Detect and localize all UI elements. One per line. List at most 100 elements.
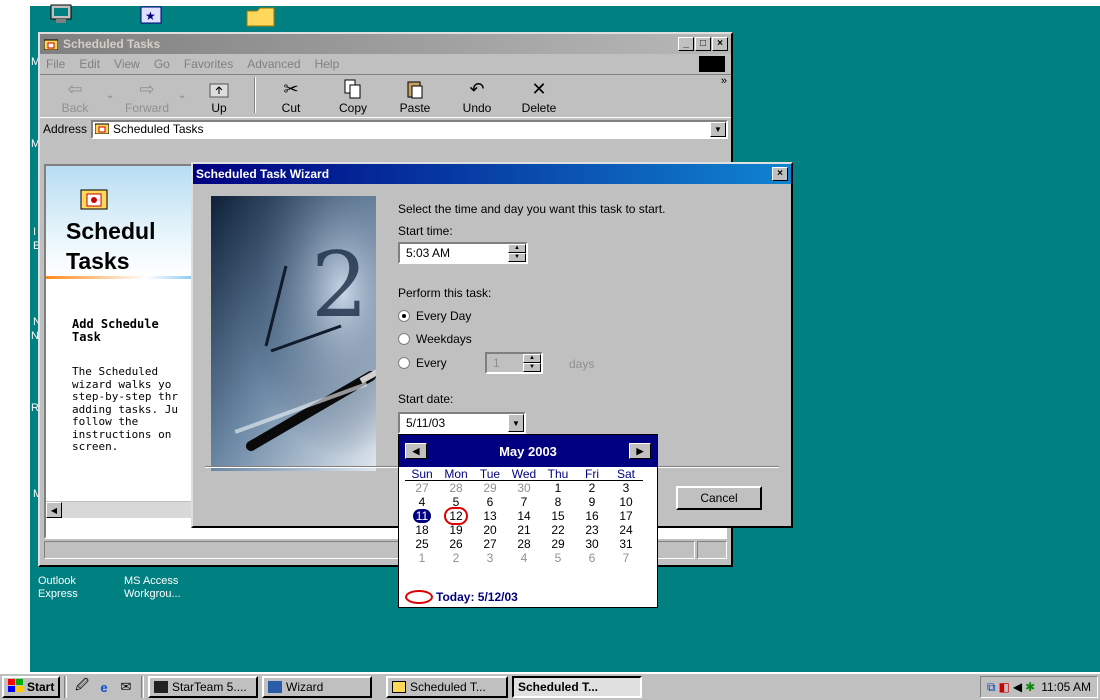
calendar-day-cell[interactable]: 28 — [507, 537, 541, 551]
scroll-left-button[interactable]: ◀ — [46, 502, 62, 518]
internet-explorer-icon[interactable]: e — [93, 677, 115, 697]
paste-button[interactable]: Paste — [384, 77, 446, 115]
network-icon[interactable]: ★ — [140, 6, 170, 32]
calendar-day-cell[interactable]: 7 — [609, 551, 643, 565]
wizard-close-button[interactable]: × — [772, 167, 788, 181]
menu-file[interactable]: File — [46, 57, 65, 71]
start-time-spinner[interactable]: ▲ ▼ — [508, 244, 526, 262]
calendar-day-cell[interactable]: 16 — [575, 509, 609, 523]
menu-favorites[interactable]: Favorites — [184, 57, 233, 71]
radio-every-n-dot[interactable] — [398, 357, 410, 369]
calendar-day-cell[interactable]: 5 — [541, 551, 575, 565]
menu-help[interactable]: Help — [315, 57, 340, 71]
calendar-day-cell[interactable]: 28 — [439, 481, 473, 495]
delete-button[interactable]: ✕ Delete — [508, 77, 570, 116]
every-days-spinner[interactable]: ▲ ▼ — [523, 354, 541, 372]
start-date-field[interactable]: 5/11/03 ▼ — [398, 412, 526, 434]
calendar-day-cell[interactable]: 8 — [541, 495, 575, 509]
cancel-button[interactable]: Cancel — [676, 486, 762, 510]
calendar-day-cell[interactable]: 9 — [575, 495, 609, 509]
maximize-button[interactable]: □ — [695, 37, 711, 51]
radio-weekdays-dot[interactable] — [398, 333, 410, 345]
folder-icon[interactable] — [246, 6, 276, 32]
calendar-day-cell[interactable]: 13 — [473, 509, 507, 523]
tray-network-icon[interactable]: ⧉ — [987, 680, 996, 695]
close-button[interactable]: × — [712, 37, 728, 51]
menu-advanced[interactable]: Advanced — [247, 57, 300, 71]
up-button[interactable]: Up — [188, 77, 250, 115]
copy-button[interactable]: Copy — [322, 77, 384, 115]
add-scheduled-task-heading[interactable]: Add Schedule Task — [72, 318, 159, 344]
forward-dropdown-icon[interactable]: ⌄ — [178, 90, 188, 101]
task-starteam[interactable]: StarTeam 5.... — [148, 676, 258, 698]
radio-weekdays[interactable]: Weekdays — [398, 332, 472, 346]
next-month-button[interactable]: ▶ — [628, 443, 651, 459]
start-date-dropdown-button[interactable]: ▼ — [508, 414, 524, 432]
spin-up-icon[interactable]: ▲ — [508, 244, 526, 253]
explorer-title-bar[interactable]: Scheduled Tasks _ □ × — [40, 34, 731, 54]
menu-view[interactable]: View — [114, 57, 140, 71]
wizard-title-bar[interactable]: Scheduled Task Wizard × — [193, 164, 791, 184]
calendar-day-cell[interactable]: 3 — [473, 551, 507, 565]
ms-access-label[interactable]: MS Access Workgrou... — [124, 575, 181, 601]
calendar-day-cell[interactable]: 3 — [609, 481, 643, 495]
calendar-day-cell[interactable]: 25 — [405, 537, 439, 551]
calendar-day-cell[interactable]: 4 — [507, 551, 541, 565]
calendar-day-cell[interactable]: 23 — [575, 523, 609, 537]
calendar-day-cell[interactable]: 26 — [439, 537, 473, 551]
calendar-day-cell[interactable]: 22 — [541, 523, 575, 537]
calendar-day-cell[interactable]: 31 — [609, 537, 643, 551]
channels-icon[interactable]: ✉ — [115, 677, 137, 697]
prev-month-button[interactable]: ◀ — [405, 443, 427, 459]
calendar-day-cell[interactable]: 7 — [507, 495, 541, 509]
my-computer-icon[interactable] — [50, 4, 80, 30]
calendar-day-cell[interactable]: 30 — [575, 537, 609, 551]
menu-go[interactable]: Go — [154, 57, 170, 71]
calendar-day-cell[interactable]: 4 — [405, 495, 439, 509]
calendar-day-cell[interactable]: 29 — [473, 481, 507, 495]
calendar-day-cell[interactable]: 30 — [507, 481, 541, 495]
calendar-day-cell[interactable]: 6 — [473, 495, 507, 509]
start-button[interactable]: Start — [2, 676, 60, 698]
tray-scheduler-icon[interactable]: ◧ — [999, 680, 1010, 694]
calendar-day-cell[interactable]: 20 — [473, 523, 507, 537]
address-field[interactable]: Scheduled Tasks ▼ — [91, 119, 728, 139]
calendar-month-label[interactable]: May 2003 — [499, 444, 557, 459]
calendar-day-cell[interactable]: 2 — [439, 551, 473, 565]
calendar-day-cell[interactable]: 1 — [541, 481, 575, 495]
show-desktop-icon[interactable]: 🖉 — [71, 677, 93, 697]
menu-edit[interactable]: Edit — [79, 57, 100, 71]
calendar-day-cell[interactable]: 17 — [609, 509, 643, 523]
every-spin-down-icon[interactable]: ▼ — [523, 363, 541, 372]
minimize-button[interactable]: _ — [678, 37, 694, 51]
calendar-day-cell[interactable]: 27 — [405, 481, 439, 495]
calendar-day-cell[interactable]: 1 — [405, 551, 439, 565]
radio-every-n[interactable]: Every — [398, 356, 447, 370]
every-days-field[interactable]: 1 ▲ ▼ — [485, 352, 543, 374]
calendar-day-cell[interactable]: 12 — [439, 507, 473, 525]
calendar-day-cell[interactable]: 14 — [507, 509, 541, 523]
calendar-day-cell[interactable]: 27 — [473, 537, 507, 551]
calendar-day-cell[interactable]: 19 — [439, 523, 473, 537]
address-dropdown-button[interactable]: ▼ — [710, 121, 726, 137]
calendar-day-cell[interactable]: 15 — [541, 509, 575, 523]
cut-button[interactable]: ✂ Cut — [260, 77, 322, 116]
tray-bug-icon[interactable]: ✱ — [1025, 680, 1035, 694]
calendar-day-cell[interactable]: 10 — [609, 495, 643, 509]
calendar-day-cell[interactable]: 6 — [575, 551, 609, 565]
tray-volume-icon[interactable]: ◀ — [1013, 680, 1022, 694]
clock[interactable]: 11:05 AM — [1041, 680, 1091, 694]
calendar-day-cell[interactable]: 18 — [405, 523, 439, 537]
desktop-label-i[interactable]: I — [33, 226, 36, 238]
every-spin-up-icon[interactable]: ▲ — [523, 354, 541, 363]
undo-button[interactable]: ↶ Undo — [446, 77, 508, 116]
calendar-day-cell[interactable]: 21 — [507, 523, 541, 537]
back-button[interactable]: ⇦ Back — [44, 77, 106, 116]
calendar-day-cell[interactable]: 24 — [609, 523, 643, 537]
spin-down-icon[interactable]: ▼ — [508, 253, 526, 262]
start-time-field[interactable]: 5:03 AM ▲ ▼ — [398, 242, 528, 264]
radio-every-day[interactable]: Every Day — [398, 309, 471, 323]
calendar-day-cell[interactable]: 11 — [405, 509, 439, 523]
today-link[interactable]: Today: 5/12/03 — [405, 590, 518, 604]
radio-every-day-dot[interactable] — [398, 310, 410, 322]
